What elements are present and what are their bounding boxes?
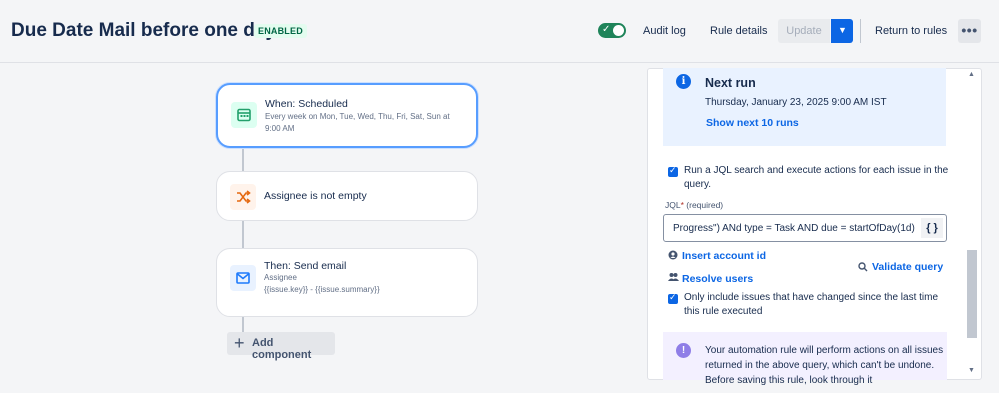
- rule-header: Due Date Mail before one day ENABLED ✓ A…: [0, 0, 999, 62]
- jql-input-value: Progress") ANd type = Task AND due = sta…: [673, 223, 915, 234]
- next-run-title: Next run: [705, 76, 756, 90]
- check-icon: ✓: [602, 24, 611, 35]
- calendar-icon: [231, 102, 257, 128]
- jql-search-checkbox[interactable]: ✓: [668, 165, 678, 177]
- plus-icon: +: [234, 333, 245, 353]
- flow-connector: [242, 148, 244, 172]
- search-icon: [858, 262, 868, 274]
- check-icon: ✓: [669, 292, 677, 302]
- chevron-down-icon: ▼: [838, 25, 847, 35]
- more-icon: •••: [961, 22, 978, 38]
- resolve-users-link[interactable]: Resolve users: [682, 273, 753, 285]
- trigger-card[interactable]: When: Scheduled Every week on Mon, Tue, …: [216, 83, 478, 148]
- flow-connector: [242, 221, 244, 248]
- more-actions-button[interactable]: •••: [958, 19, 981, 43]
- account-icon: [668, 250, 678, 262]
- header-divider: [860, 19, 861, 43]
- jql-field-label: JQL* (required): [665, 200, 724, 210]
- flow-connector: [242, 317, 244, 332]
- mail-icon: [230, 265, 256, 291]
- action-subject: {{issue.key}} - {{issue.summary}}: [264, 285, 380, 294]
- validate-query-link[interactable]: Validate query: [872, 261, 943, 273]
- show-next-runs-link[interactable]: Show next 10 runs: [706, 117, 799, 129]
- scroll-up-icon[interactable]: ▲: [968, 71, 975, 78]
- notice-text: Your automation rule will perform action…: [705, 345, 944, 386]
- trigger-subtitle: Every week on Mon, Tue, Wed, Thu, Fri, S…: [265, 112, 450, 133]
- condition-title: Assignee is not empty: [264, 190, 367, 202]
- update-button[interactable]: Update: [778, 19, 830, 43]
- action-title: Then: Send email: [264, 260, 347, 272]
- info-icon: i: [676, 74, 691, 89]
- add-component-label: Add component: [252, 337, 312, 361]
- smart-values-button[interactable]: { }: [921, 218, 943, 238]
- next-run-date: Thursday, January 23, 2025 9:00 AM IST: [705, 97, 887, 108]
- header-divider-line: [0, 62, 999, 63]
- audit-log-button[interactable]: Audit log: [637, 19, 692, 43]
- scrollbar-thumb[interactable]: [967, 250, 977, 338]
- page-title: Due Date Mail before one day: [11, 20, 277, 41]
- scroll-down-icon[interactable]: ▼: [968, 367, 975, 374]
- update-dropdown-button[interactable]: ▼: [831, 19, 853, 43]
- check-icon: ✓: [669, 165, 677, 175]
- toggle-knob: [613, 25, 624, 36]
- return-to-rules-button[interactable]: Return to rules: [869, 19, 953, 43]
- action-recipient: Assignee: [264, 273, 297, 282]
- condition-card[interactable]: Assignee is not empty: [216, 171, 478, 221]
- notice-icon: !: [676, 343, 691, 358]
- only-changed-label: Only include issues that have changed si…: [684, 292, 939, 317]
- jql-search-label: Run a JQL search and execute actions for…: [684, 165, 949, 190]
- insert-account-id-link[interactable]: Insert account id: [682, 250, 766, 262]
- jql-input[interactable]: Progress") ANd type = Task AND due = sta…: [663, 214, 947, 242]
- trigger-title: When: Scheduled: [265, 98, 348, 110]
- add-component-button[interactable]: + Add component: [227, 332, 335, 361]
- rule-details-button[interactable]: Rule details: [704, 19, 773, 43]
- rule-enabled-toggle[interactable]: ✓: [598, 23, 626, 38]
- shuffle-icon: [230, 184, 256, 210]
- action-card[interactable]: Then: Send email Assignee {{issue.key}} …: [216, 248, 478, 317]
- status-badge: ENABLED: [254, 24, 307, 38]
- only-changed-checkbox[interactable]: ✓: [668, 292, 678, 304]
- users-icon: [668, 272, 679, 284]
